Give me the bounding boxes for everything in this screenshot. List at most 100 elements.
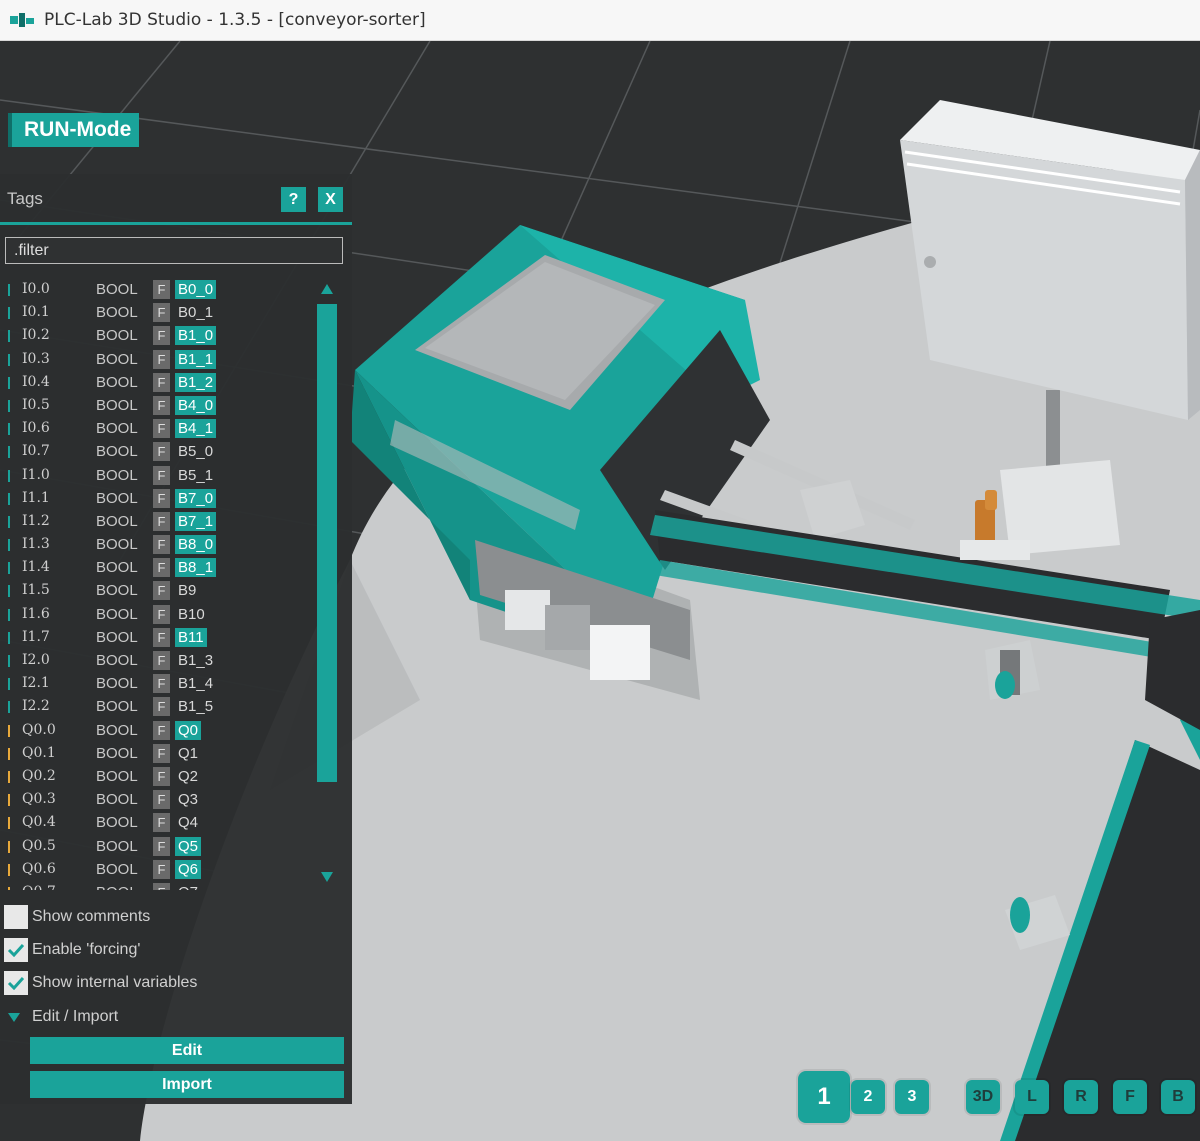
tag-symbol[interactable]: B1_0 xyxy=(175,326,217,346)
force-button[interactable]: F xyxy=(153,465,170,485)
force-button[interactable]: F xyxy=(153,697,170,717)
force-button[interactable]: F xyxy=(153,511,170,531)
enable-forcing-checkbox[interactable] xyxy=(4,938,28,962)
tag-row[interactable]: I2.1 BOOL F B1_4 xyxy=(0,672,312,695)
tag-symbol[interactable]: B5_1 xyxy=(175,466,216,485)
tag-row[interactable]: Q0.5 BOOL F Q5 xyxy=(0,835,312,858)
force-button[interactable]: F xyxy=(153,488,170,508)
tag-symbol[interactable]: Q7 xyxy=(175,883,201,890)
tag-row[interactable]: I1.3 BOOL F B8_0 xyxy=(0,533,312,556)
tag-row[interactable]: I1.4 BOOL F B8_1 xyxy=(0,556,312,579)
tag-symbol[interactable]: Q0 xyxy=(175,720,202,740)
tag-row[interactable]: I0.1 BOOL F B0_1 xyxy=(0,301,312,324)
force-button[interactable]: F xyxy=(153,581,170,601)
force-button[interactable]: F xyxy=(153,535,170,555)
tag-symbol[interactable]: Q5 xyxy=(175,836,202,856)
force-button[interactable]: F xyxy=(153,280,170,299)
force-button[interactable]: F xyxy=(153,558,170,578)
force-button[interactable]: F xyxy=(153,790,170,810)
tag-row[interactable]: I0.2 BOOL F B1_0 xyxy=(0,324,312,347)
tag-symbol[interactable]: B7_0 xyxy=(175,488,217,508)
tag-row[interactable]: I1.7 BOOL F B11 xyxy=(0,626,312,649)
run-mode-badge[interactable]: RUN-Mode xyxy=(8,113,140,147)
tag-symbol[interactable]: B1_4 xyxy=(175,674,216,693)
scroll-up-arrow-icon[interactable] xyxy=(321,284,333,294)
force-button[interactable]: F xyxy=(153,372,170,392)
tag-symbol[interactable]: B1_1 xyxy=(175,349,217,369)
force-button[interactable]: F xyxy=(153,766,170,786)
tag-row[interactable]: I0.7 BOOL F B5_0 xyxy=(0,440,312,463)
force-button[interactable]: F xyxy=(153,627,170,647)
view-right-button[interactable]: R xyxy=(1064,1080,1098,1114)
tag-row[interactable]: I1.0 BOOL F B5_1 xyxy=(0,464,312,487)
tag-row[interactable]: I2.2 BOOL F B1_5 xyxy=(0,695,312,718)
tag-row[interactable]: I0.3 BOOL F B1_1 xyxy=(0,348,312,371)
tag-symbol[interactable]: B7_1 xyxy=(175,511,217,531)
tag-row[interactable]: I1.5 BOOL F B9 xyxy=(0,579,312,602)
edit-import-toggle[interactable]: Edit / Import xyxy=(8,1008,118,1026)
tag-row[interactable]: Q0.1 BOOL F Q1 xyxy=(0,742,312,765)
tag-symbol[interactable]: Q1 xyxy=(175,744,201,763)
force-button[interactable]: F xyxy=(153,442,170,462)
tag-symbol[interactable]: B8_1 xyxy=(175,558,217,578)
force-button[interactable]: F xyxy=(153,813,170,833)
view-3d-button[interactable]: 3D xyxy=(966,1080,1000,1114)
tag-row[interactable]: Q0.7 BOOL F Q7 xyxy=(0,881,312,890)
force-button[interactable]: F xyxy=(153,395,170,415)
tag-row[interactable]: I1.1 BOOL F B7_0 xyxy=(0,487,312,510)
view-left-button[interactable]: L xyxy=(1015,1080,1049,1114)
tag-symbol[interactable]: B0_0 xyxy=(175,280,217,299)
tag-symbol[interactable]: Q2 xyxy=(175,767,201,786)
force-button[interactable]: F xyxy=(153,303,170,323)
tag-row[interactable]: Q0.2 BOOL F Q2 xyxy=(0,765,312,788)
tag-symbol[interactable]: B1_5 xyxy=(175,697,216,716)
tag-row[interactable]: I0.5 BOOL F B4_0 xyxy=(0,394,312,417)
tag-symbol[interactable]: B1_2 xyxy=(175,372,217,392)
tag-row[interactable]: Q0.0 BOOL F Q0 xyxy=(0,719,312,742)
view-back-button[interactable]: B xyxy=(1161,1080,1195,1114)
show-comments-checkbox[interactable] xyxy=(4,905,28,929)
tag-symbol[interactable]: B9 xyxy=(175,581,199,600)
scene-3-button[interactable]: 3 xyxy=(895,1080,929,1114)
force-button[interactable]: F xyxy=(153,720,170,740)
tag-symbol[interactable]: B11 xyxy=(175,627,207,647)
tag-symbol[interactable]: B8_0 xyxy=(175,535,217,555)
enable-forcing-option[interactable]: Enable 'forcing' xyxy=(4,936,140,964)
tag-symbol[interactable]: B4_0 xyxy=(175,395,217,415)
tag-symbol[interactable]: Q3 xyxy=(175,790,201,809)
show-internal-option[interactable]: Show internal variables xyxy=(4,969,197,997)
tag-row[interactable]: Q0.6 BOOL F Q6 xyxy=(0,858,312,881)
tag-symbol[interactable]: Q6 xyxy=(175,859,202,879)
tag-symbol[interactable]: B0_1 xyxy=(175,303,216,322)
tag-row[interactable]: I1.6 BOOL F B10 xyxy=(0,603,312,626)
tag-row[interactable]: I0.0 BOOL F B0_0 xyxy=(0,278,312,301)
tag-row[interactable]: I2.0 BOOL F B1_3 xyxy=(0,649,312,672)
force-button[interactable]: F xyxy=(153,743,170,763)
force-button[interactable]: F xyxy=(153,859,170,879)
view-front-button[interactable]: F xyxy=(1113,1080,1147,1114)
scene-1-button[interactable]: 1 xyxy=(798,1071,850,1123)
help-button[interactable]: ? xyxy=(281,187,306,212)
scroll-down-arrow-icon[interactable] xyxy=(321,872,333,882)
tag-list-scrollbar[interactable] xyxy=(316,284,338,890)
force-button[interactable]: F xyxy=(153,674,170,694)
force-button[interactable]: F xyxy=(153,604,170,624)
force-button[interactable]: F xyxy=(153,326,170,346)
tag-row[interactable]: I0.6 BOOL F B4_1 xyxy=(0,417,312,440)
scene-2-button[interactable]: 2 xyxy=(851,1080,885,1114)
import-button[interactable]: Import xyxy=(30,1071,344,1098)
tag-symbol[interactable]: B5_0 xyxy=(175,442,216,461)
tag-row[interactable]: Q0.4 BOOL F Q4 xyxy=(0,811,312,834)
scroll-thumb[interactable] xyxy=(317,304,337,782)
force-button[interactable]: F xyxy=(153,836,170,856)
edit-button[interactable]: Edit xyxy=(30,1037,344,1064)
tag-symbol[interactable]: B1_3 xyxy=(175,651,216,670)
force-button[interactable]: F xyxy=(153,651,170,670)
close-button[interactable]: X xyxy=(318,187,343,212)
tag-row[interactable]: I0.4 BOOL F B1_2 xyxy=(0,371,312,394)
show-internal-checkbox[interactable] xyxy=(4,971,28,995)
tag-symbol[interactable]: B4_1 xyxy=(175,419,217,439)
show-comments-option[interactable]: Show comments xyxy=(4,903,150,931)
force-button[interactable]: F xyxy=(153,349,170,369)
tag-row[interactable]: I1.2 BOOL F B7_1 xyxy=(0,510,312,533)
